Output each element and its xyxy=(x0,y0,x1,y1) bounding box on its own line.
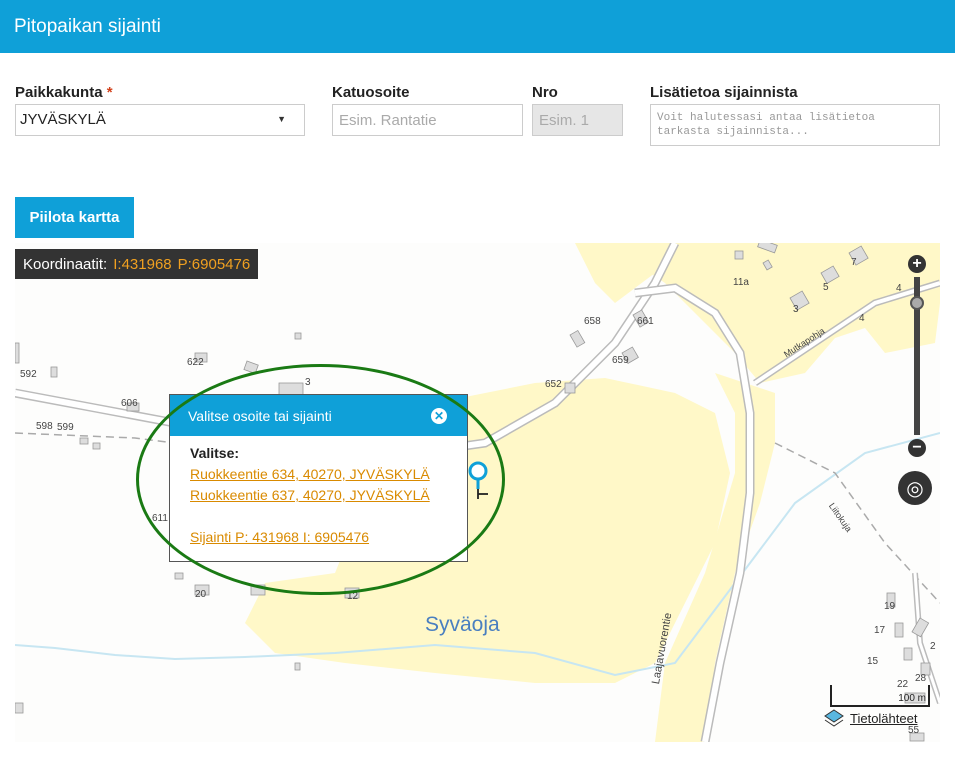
map-label: 12 xyxy=(347,591,359,602)
street-input[interactable] xyxy=(333,105,522,135)
map-label: 622 xyxy=(187,357,204,368)
nro-label: Nro xyxy=(532,84,558,101)
map-label: 4 xyxy=(859,313,865,324)
location-coordinates-link[interactable]: Sijainti P: 431968 I: 6905476 xyxy=(190,527,447,548)
popup-title: Valitse osoite tai sijainti xyxy=(188,407,332,424)
map-label: 661 xyxy=(637,316,654,327)
address-option-link[interactable]: Ruokkeentie 637, 40270, JYVÄSKYLÄ xyxy=(190,485,447,506)
popup-header: Valitse osoite tai sijainti ✕ xyxy=(170,395,467,436)
map-label: 19 xyxy=(884,601,896,612)
street-field[interactable] xyxy=(332,104,523,136)
close-icon[interactable]: ✕ xyxy=(431,408,447,424)
coordinates-label: Koordinaatit: xyxy=(23,255,108,273)
page-title: Pitopaikan sijainti xyxy=(14,16,161,37)
map-label: 658 xyxy=(584,316,601,327)
map-label: 592 xyxy=(20,369,37,380)
map-label: 7 xyxy=(851,257,857,268)
map-label: 606 xyxy=(121,398,138,409)
nro-input[interactable] xyxy=(533,105,622,135)
map-label: 611 xyxy=(152,513,168,524)
municipality-selected-value: JYVÄSKYLÄ xyxy=(20,111,106,128)
map-label: 28 xyxy=(915,673,927,684)
hide-map-button[interactable]: Piilota kartta xyxy=(15,197,134,238)
scale-label: 100 m xyxy=(898,693,926,704)
map-label: 2 xyxy=(930,641,936,652)
map-label: 15 xyxy=(867,656,879,667)
coordinates-display: Koordinaatit: I:431968 P:6905476 xyxy=(15,249,259,279)
data-sources-link[interactable]: Tietolähteet xyxy=(824,709,917,727)
municipality-label: Paikkakunta * xyxy=(15,84,113,101)
data-sources-label: Tietolähteet xyxy=(850,710,918,726)
nro-field[interactable] xyxy=(532,104,623,136)
map-label: 598 xyxy=(36,421,53,432)
layers-icon xyxy=(824,709,844,727)
zoom-in-button[interactable]: + xyxy=(908,255,926,273)
popup-prompt: Valitse: xyxy=(190,445,240,461)
map-label: 3 xyxy=(305,377,311,388)
map-label: 17 xyxy=(874,625,886,636)
map-label: 659 xyxy=(612,355,629,366)
map-label: 3 xyxy=(793,304,799,315)
scale-bar: 100 m xyxy=(830,685,930,707)
map-view[interactable]: 658 661 659 652 622 592 606 598 599 611 … xyxy=(15,243,940,742)
location-info-field[interactable] xyxy=(650,104,940,146)
page-header: Pitopaikan sijainti xyxy=(0,0,955,53)
popup-body: Valitse: Ruokkeentie 634, 40270, JYVÄSKY… xyxy=(170,436,467,557)
map-label-water: Syväoja xyxy=(425,613,500,636)
coordinate-p: P:6905476 xyxy=(177,255,251,273)
zoom-slider-handle[interactable] xyxy=(910,296,924,310)
required-mark: * xyxy=(106,84,113,101)
address-select-popup: Valitse osoite tai sijainti ✕ Valitse: R… xyxy=(169,394,468,562)
locate-button[interactable]: ◎ xyxy=(898,471,932,505)
crosshair-icon: ◎ xyxy=(906,477,924,500)
map-label: 4 xyxy=(896,283,902,294)
address-option-link[interactable]: Ruokkeentie 634, 40270, JYVÄSKYLÄ xyxy=(190,464,447,485)
coordinate-i: I:431968 xyxy=(113,255,172,273)
zoom-out-button[interactable]: − xyxy=(908,439,926,457)
map-canvas[interactable] xyxy=(15,243,940,742)
map-label: 20 xyxy=(195,589,207,600)
municipality-select[interactable]: JYVÄSKYLÄ ▼ xyxy=(15,104,305,136)
street-label: Katuosoite xyxy=(332,84,410,101)
map-label: 11a xyxy=(733,277,749,288)
zoom-control[interactable]: + − xyxy=(906,255,928,457)
map-label: 652 xyxy=(545,379,562,390)
chevron-down-icon: ▼ xyxy=(277,114,286,124)
map-label: 599 xyxy=(57,422,74,433)
map-label: 5 xyxy=(823,282,829,293)
location-info-textarea[interactable] xyxy=(651,105,939,145)
location-info-label: Lisätietoa sijainnista xyxy=(650,84,798,101)
municipality-label-text: Paikkakunta xyxy=(15,84,103,101)
